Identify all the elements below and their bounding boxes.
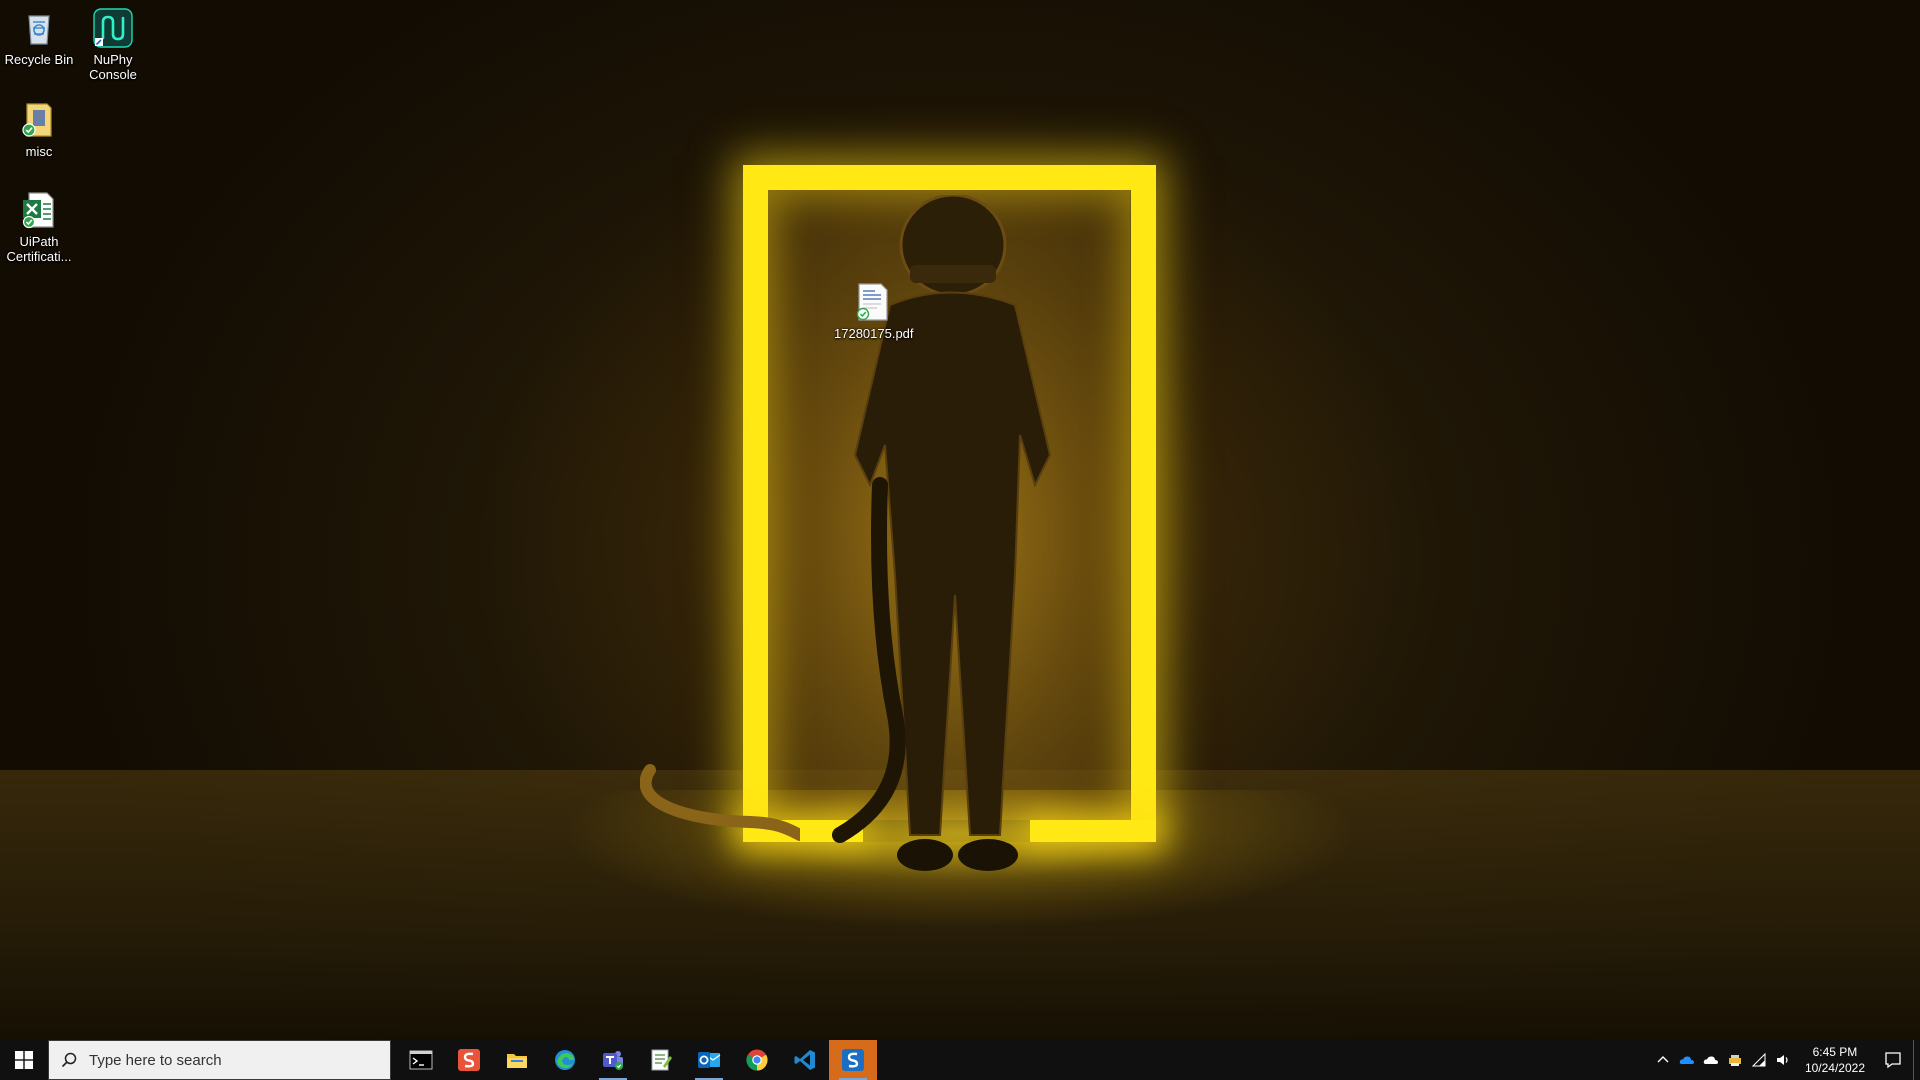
taskbar-app-slides[interactable]: [445, 1040, 493, 1080]
pdf-file-icon: [853, 282, 893, 322]
taskbar-app-edge[interactable]: [541, 1040, 589, 1080]
tray-volume[interactable]: [1771, 1040, 1795, 1080]
recycle-bin-icon: [19, 8, 59, 48]
teams-icon: [603, 1051, 623, 1070]
notification-icon: [1885, 1052, 1901, 1069]
desktop-icon-label: NuPhy Console: [89, 52, 137, 82]
taskbar: Type here to search 6:45 PM 10/24/2022: [0, 1040, 1920, 1080]
nuphy-console-icon: [93, 8, 133, 48]
desktop-icon-nuphy-console[interactable]: NuPhy Console: [74, 8, 152, 82]
desktop-icon-misc[interactable]: misc: [0, 100, 78, 159]
volume-icon: [1776, 1055, 1788, 1065]
outlook-icon: [698, 1052, 721, 1068]
desktop-icon-uipath-certification[interactable]: UiPath Certificati...: [0, 190, 78, 264]
taskbar-app-teams[interactable]: [589, 1040, 637, 1080]
network-device-icon: [1728, 1055, 1741, 1066]
action-center-button[interactable]: [1873, 1040, 1913, 1080]
taskbar-app-outlook[interactable]: [685, 1040, 733, 1080]
show-desktop-button[interactable]: [1913, 1040, 1920, 1080]
show-hidden-icons-button[interactable]: [1651, 1040, 1675, 1080]
windows-logo-icon: [15, 1051, 33, 1069]
edge-icon: [555, 1050, 575, 1070]
taskbar-search-box[interactable]: Type here to search: [48, 1040, 391, 1080]
desktop-wallpaper: [0, 0, 1920, 1040]
search-icon: [61, 1052, 77, 1068]
snagit-icon: [842, 1049, 864, 1071]
wallpaper-hose: [640, 764, 800, 841]
notepad-icon: [651, 1049, 672, 1071]
system-tray: 6:45 PM 10/24/2022: [1651, 1040, 1920, 1080]
tray-wifi[interactable]: [1747, 1040, 1771, 1080]
taskbar-app-terminal[interactable]: [397, 1040, 445, 1080]
tray-onedrive-personal[interactable]: [1699, 1040, 1723, 1080]
clock-date: 10/24/2022: [1804, 1061, 1865, 1075]
desktop-icon-label: misc: [25, 144, 53, 159]
excel-file-icon: [19, 190, 59, 230]
folder-icon: [19, 100, 59, 140]
desktop-icon-label: Recycle Bin: [4, 52, 74, 67]
chevron-up-icon: [1657, 1056, 1669, 1063]
taskbar-app-snagit[interactable]: [829, 1040, 877, 1080]
tray-network-printer[interactable]: [1723, 1040, 1747, 1080]
taskbar-app-vscode[interactable]: [781, 1040, 829, 1080]
taskbar-app-chrome[interactable]: [733, 1040, 781, 1080]
wifi-icon: [1751, 1052, 1766, 1067]
terminal-icon: [409, 1050, 433, 1070]
tray-onedrive-business[interactable]: [1675, 1040, 1699, 1080]
taskbar-app-notepad[interactable]: [637, 1040, 685, 1080]
taskbar-app-file-explorer[interactable]: [493, 1040, 541, 1080]
taskbar-clock[interactable]: 6:45 PM 10/24/2022: [1795, 1044, 1873, 1076]
onedrive-white-icon: [1703, 1056, 1718, 1064]
onedrive-blue-icon: [1679, 1056, 1694, 1064]
desktop-icon-label: 17280175.pdf: [834, 326, 914, 341]
chrome-icon: [746, 1049, 768, 1071]
desktop-icon-recycle-bin[interactable]: Recycle Bin: [0, 8, 78, 67]
desktop-icon-pdf-file[interactable]: 17280175.pdf: [834, 282, 914, 341]
start-button[interactable]: [0, 1040, 48, 1080]
clock-time: 6:45 PM: [1812, 1045, 1858, 1059]
vscode-icon: [794, 1050, 815, 1070]
search-placeholder: Type here to search: [89, 1051, 222, 1069]
file-explorer-icon: [507, 1054, 527, 1068]
slides-icon: [458, 1049, 480, 1071]
desktop-icon-label: UiPath Certificati...: [6, 234, 72, 264]
